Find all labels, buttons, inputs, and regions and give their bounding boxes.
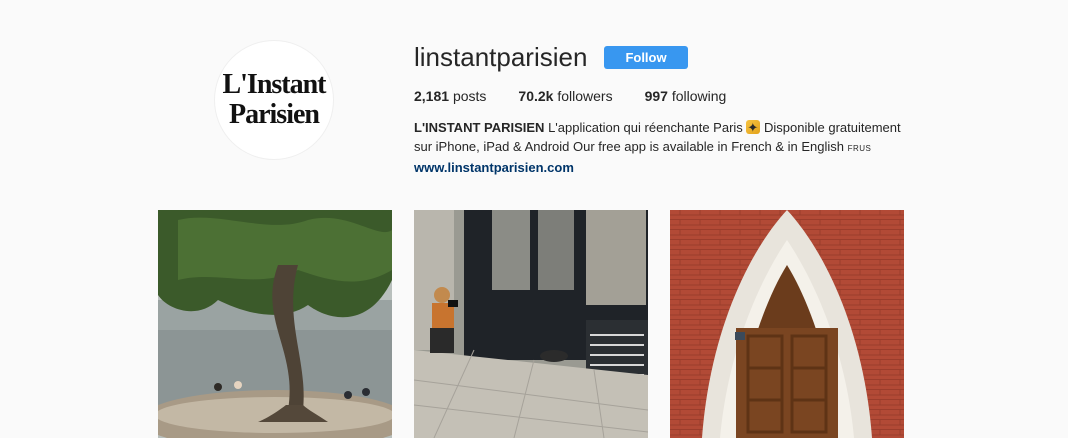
- followers-count: 70.2k: [518, 88, 554, 104]
- post-tile-1[interactable]: [158, 210, 392, 438]
- profile-bio: L'INSTANT PARISIEN L'application qui rée…: [414, 118, 914, 177]
- profile-avatar[interactable]: L'Instant Parisien: [214, 40, 334, 160]
- sparkle-emoji-icon: [746, 118, 761, 137]
- bio-text-1: L'application qui réenchante Paris: [544, 120, 747, 135]
- flags-fr-us-icon: FRUS: [847, 144, 872, 153]
- posts-count: 2,181: [414, 88, 450, 104]
- gothic-door-photo: [670, 210, 904, 438]
- photographer-shopfront-photo: [414, 210, 648, 438]
- username: linstantparisien: [414, 41, 588, 72]
- profile-stats: 2,181 posts 70.2k followers 997 followin…: [414, 88, 914, 104]
- username-row: linstantparisien Follow: [414, 40, 914, 74]
- posts-stat: 2,181 posts: [414, 88, 486, 104]
- following-label: following: [671, 88, 727, 104]
- profile-info: linstantparisien Follow 2,181 posts 70.2…: [414, 40, 914, 177]
- posts-label: posts: [452, 88, 487, 104]
- avatar-logo-line1: L'Instant: [222, 69, 326, 100]
- followers-stat[interactable]: 70.2k followers: [518, 88, 612, 104]
- avatar-logo-line2: Parisien: [229, 99, 320, 130]
- full-name: L'INSTANT PARISIEN: [414, 120, 545, 135]
- following-stat[interactable]: 997 following: [645, 88, 727, 104]
- website-link[interactable]: www.linstantparisien.com: [414, 158, 914, 177]
- posts-grid: [158, 210, 926, 438]
- tree-by-seine-photo: [158, 210, 392, 438]
- followers-label: followers: [557, 88, 613, 104]
- post-tile-2[interactable]: [414, 210, 648, 438]
- follow-button[interactable]: Follow: [604, 45, 688, 69]
- following-count: 997: [644, 88, 668, 104]
- post-tile-3[interactable]: [670, 210, 904, 438]
